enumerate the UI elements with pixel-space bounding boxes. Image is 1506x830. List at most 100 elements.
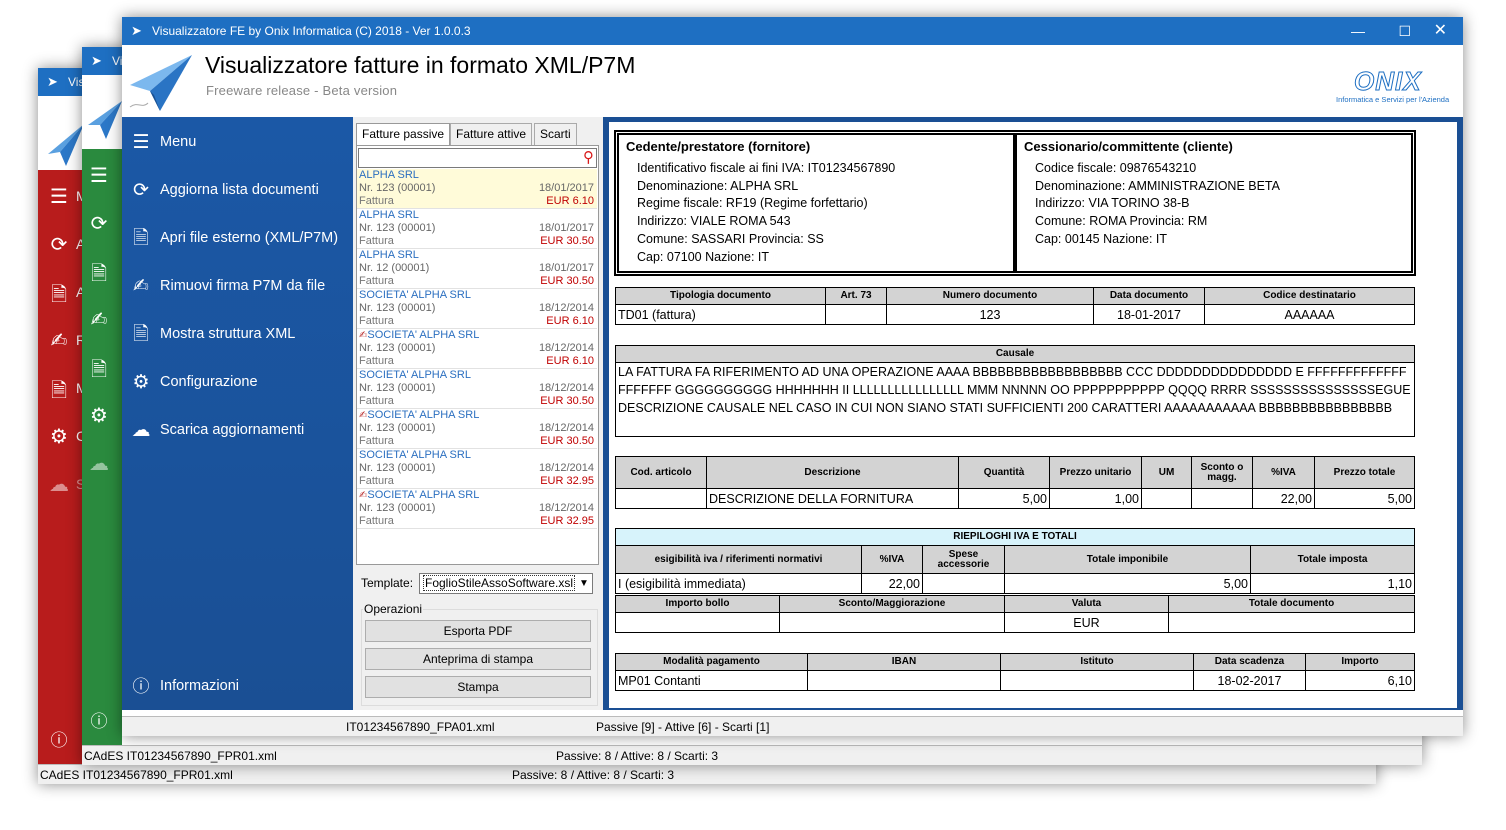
invoice-lines-table: Cod. articolo Descrizione Quantità Prezz… bbox=[615, 456, 1415, 509]
menu-item-updates[interactable]: ☁ Scarica aggiornamenti bbox=[122, 408, 352, 454]
document-name: SOCIETA' ALPHA SRL bbox=[367, 329, 480, 341]
status-file: IT01234567890_FPA01.xml bbox=[346, 720, 495, 734]
document-ref: Nr. 123 (00001) bbox=[359, 382, 436, 394]
refresh-icon: ⟳ bbox=[133, 180, 149, 201]
list-item[interactable]: SOCIETA' ALPHA SRL Nr. 123 (00001) Fattura… bbox=[357, 369, 597, 409]
table-header: Cod. articolo bbox=[615, 456, 707, 489]
print-preview-button[interactable]: Anteprima di stampa bbox=[365, 648, 591, 670]
list-item[interactable]: SOCIETA' ALPHA SRL Nr. 123 (00001) Fattura… bbox=[357, 449, 597, 489]
minimize-button[interactable]: — bbox=[1351, 17, 1365, 45]
list-item[interactable]: ✍SOCIETA' ALPHA SRL Nr. 123 (00001) Fattur… bbox=[357, 409, 597, 449]
list-item[interactable]: SOCIETA' ALPHA SRL Nr. 123 (00001) Fattura… bbox=[357, 289, 597, 329]
info-icon[interactable]: ⓘ bbox=[86, 707, 112, 732]
document-type: Fattura bbox=[359, 435, 394, 447]
table-cell: 1,00 bbox=[1049, 488, 1142, 509]
refresh-icon[interactable]: ⟳ bbox=[86, 211, 112, 236]
paper-plane-icon: ➤ bbox=[91, 53, 102, 68]
maximize-button[interactable]: ☐ bbox=[1398, 17, 1411, 45]
document-icon[interactable]: 🗎 bbox=[86, 259, 112, 293]
menu-item-remove-signature[interactable]: ✍ Rimuovi firma P7M da file bbox=[122, 264, 352, 310]
document-date: 18/12/2014 bbox=[538, 342, 594, 354]
menu-header[interactable]: ☰ Menu bbox=[122, 120, 352, 166]
signature-icon[interactable]: ✍ bbox=[86, 307, 112, 332]
document-amount: EUR 6.10 bbox=[546, 315, 594, 327]
totals-table: Importo bollo Sconto/Maggiorazione Valut… bbox=[615, 595, 1415, 633]
tab-rejected[interactable]: Scarti bbox=[534, 123, 577, 145]
table-header: Sconto o magg. bbox=[1191, 456, 1253, 489]
menu-icon[interactable]: ☰ bbox=[86, 163, 112, 188]
document-type: Fattura bbox=[359, 195, 394, 207]
menu-icon[interactable]: ☰ bbox=[46, 184, 72, 209]
info-icon[interactable]: ⓘ bbox=[46, 726, 72, 751]
menu-item-label: Configurazione bbox=[160, 374, 258, 390]
menu-item-xml-structure[interactable]: 🗎 Mostra struttura XML bbox=[122, 312, 352, 358]
document-data-table: Tipologia documento Art. 73 Numero docum… bbox=[615, 287, 1415, 325]
gears-icon[interactable]: ⚙ bbox=[46, 424, 72, 449]
refresh-icon[interactable]: ⟳ bbox=[46, 232, 72, 257]
green-window-title: Vi bbox=[112, 54, 123, 68]
menu-item-info[interactable]: ⓘ Informazioni bbox=[122, 664, 352, 710]
search-icon[interactable]: ⚲ bbox=[583, 148, 594, 166]
payment-table: Modalità pagamento IBAN Istituto Data sc… bbox=[615, 653, 1415, 691]
document-sender: ✍SOCIETA' ALPHA SRL bbox=[359, 489, 479, 502]
list-item[interactable]: ALPHA SRL Nr. 12 (00001) Fattura 18/01/2017… bbox=[357, 249, 597, 289]
menu-item-refresh[interactable]: ⟳ Aggiorna lista documenti bbox=[122, 168, 352, 214]
invoice-scrollbar[interactable] bbox=[1421, 122, 1457, 708]
document-icon[interactable]: 🗎 bbox=[46, 280, 72, 314]
page-subtitle: Freeware release - Beta version bbox=[206, 83, 398, 98]
list-item[interactable]: ALPHA SRL Nr. 123 (00001) Fattura 18/01/201… bbox=[357, 169, 597, 209]
info-icon: ⓘ bbox=[132, 677, 150, 696]
status-counts: Passive [9] - Attive [6] - Scarti [1] bbox=[596, 720, 770, 734]
print-button[interactable]: Stampa bbox=[365, 676, 591, 698]
table-cell bbox=[922, 573, 1005, 594]
export-pdf-button[interactable]: Esporta PDF bbox=[365, 620, 591, 642]
menu-item-open-file[interactable]: 🗎 Apri file esterno (XML/P7M) bbox=[122, 216, 352, 262]
red-status-file: CAdES IT01234567890_FPR01.xml bbox=[40, 768, 233, 782]
table-header: Spese accessorie bbox=[922, 545, 1005, 574]
vat-summary-table: RIEPILOGHI IVA E TOTALI esigibilità iva … bbox=[615, 528, 1415, 594]
list-item[interactable]: ALPHA SRL Nr. 123 (00001) Fattura 18/01/201… bbox=[357, 209, 597, 249]
search-input[interactable]: ⚲ bbox=[358, 148, 597, 168]
causale-text: LA FATTURA FA RIFERIMENTO AD UNA OPERAZI… bbox=[615, 362, 1415, 437]
xml-file-icon[interactable]: 🗎 bbox=[46, 376, 72, 410]
document-type: Fattura bbox=[359, 395, 394, 407]
document-sender: SOCIETA' ALPHA SRL bbox=[359, 369, 471, 381]
document-sender: SOCIETA' ALPHA SRL bbox=[359, 449, 471, 461]
document-sender: ✍SOCIETA' ALPHA SRL bbox=[359, 409, 479, 422]
cloud-download-icon[interactable]: ☁ bbox=[46, 472, 72, 497]
table-cell bbox=[807, 670, 1001, 691]
tab-passive[interactable]: Fatture passive bbox=[356, 123, 451, 146]
gears-icon[interactable]: ⚙ bbox=[86, 403, 112, 428]
xml-file-icon[interactable]: 🗎 bbox=[86, 355, 112, 389]
table-cell: DESCRIZIONE DELLA FORNITURA bbox=[706, 488, 959, 509]
list-item[interactable]: ✍SOCIETA' ALPHA SRL Nr. 123 (00001) Fattur… bbox=[357, 489, 597, 529]
table-header: Valuta bbox=[1004, 595, 1169, 613]
seller-line: Comune: SASSARI Provincia: SS bbox=[637, 231, 824, 246]
document-type: Fattura bbox=[359, 355, 394, 367]
red-status-bar: CAdES IT01234567890_FPR01.xml Passive: 8… bbox=[38, 764, 1376, 784]
tab-active[interactable]: Fatture attive bbox=[450, 123, 533, 145]
template-select[interactable]: FoglioStileAssoSoftware.xsl ▼ bbox=[419, 573, 593, 594]
table-header: Sconto/Maggiorazione bbox=[779, 595, 1005, 613]
close-button[interactable]: ✕ bbox=[1434, 17, 1447, 45]
list-item[interactable]: ✍SOCIETA' ALPHA SRL Nr. 123 (00001) Fattur… bbox=[357, 329, 597, 369]
seller-line: Cap: 07100 Nazione: IT bbox=[637, 249, 770, 264]
table-cell: 1,10 bbox=[1250, 573, 1415, 594]
table-cell: 18-01-2017 bbox=[1093, 304, 1205, 325]
table-header: Importo bbox=[1305, 653, 1415, 671]
table-header: %IVA bbox=[861, 545, 923, 574]
table-cell bbox=[825, 304, 887, 325]
red-sidebar: ☰ M ⟳ A 🗎 A ✍ R 🗎 M ⚙ C ☁ S ⓘ bbox=[38, 170, 84, 764]
buyer-line: Codice fiscale: 09876543210 bbox=[1035, 160, 1197, 175]
document-ref: Nr. 123 (00001) bbox=[359, 302, 436, 314]
cloud-download-icon[interactable]: ☁ bbox=[86, 451, 112, 476]
document-ref: Nr. 123 (00001) bbox=[359, 502, 436, 514]
paper-plane-logo-icon bbox=[129, 55, 192, 111]
table-cell bbox=[1191, 488, 1253, 509]
menu-item-configuration[interactable]: ⚙ Configurazione bbox=[122, 360, 352, 406]
menu-info-label: Informazioni bbox=[160, 678, 239, 694]
signature-icon[interactable]: ✍ bbox=[46, 328, 72, 353]
document-name: SOCIETA' ALPHA SRL bbox=[359, 369, 471, 381]
summary-title: RIEPILOGHI IVA E TOTALI bbox=[615, 528, 1415, 546]
green-window-logo-area bbox=[82, 75, 122, 149]
